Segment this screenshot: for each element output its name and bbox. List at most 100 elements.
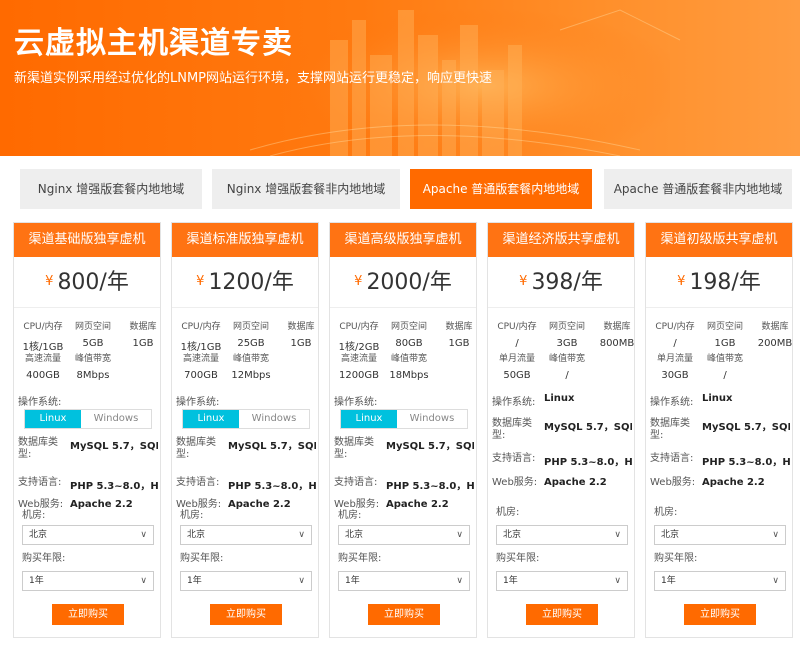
spec-label: 高速流量 bbox=[340, 354, 377, 364]
year-select-value: 1年 bbox=[503, 576, 518, 586]
spec-label: 峰值带宽 bbox=[74, 354, 111, 364]
divider bbox=[646, 307, 792, 308]
spec-label: 数据库 bbox=[603, 322, 631, 332]
year-select[interactable]: 1年 ∨ bbox=[180, 571, 312, 591]
plan-name: 渠道基础版独享虚机 bbox=[14, 223, 160, 257]
spec-label: 数据库 bbox=[129, 322, 157, 332]
spec-item: 网页空间 1GB bbox=[700, 319, 750, 349]
db-label: 数据库类型: bbox=[650, 418, 690, 441]
year-select[interactable]: 1年 ∨ bbox=[496, 571, 628, 591]
spec-label: 单月流量 bbox=[498, 354, 535, 364]
plan-card: 渠道初级版共享虚机 ¥198/年 CPU/内存 / 网页空间 1GB 数据库 2… bbox=[645, 222, 793, 638]
os-label: 操作系统: bbox=[650, 397, 694, 408]
spec-value: 30GB bbox=[661, 370, 689, 381]
spec-item: 峰值带宽 18Mbps bbox=[384, 351, 434, 381]
plan-name: 渠道高级版独享虚机 bbox=[330, 223, 476, 257]
tab-nginx-overseas[interactable]: Nginx 增强版套餐非内地地域 bbox=[212, 169, 400, 209]
spec-value: 8Mbps bbox=[76, 370, 110, 381]
lang-label: 支持语言: bbox=[492, 453, 536, 464]
price-value: 1200/年 bbox=[208, 270, 294, 295]
tab-apache-mainland[interactable]: Apache 普通版套餐内地地域 bbox=[410, 169, 592, 209]
spec-label: 网页空间 bbox=[390, 322, 427, 332]
db-value: MySQL 5.7，SQLite bbox=[544, 422, 632, 433]
spec-item: 高速流量 400GB bbox=[18, 351, 68, 381]
os-option-windows[interactable]: Windows bbox=[397, 410, 467, 428]
divider bbox=[330, 307, 476, 308]
os-option-linux[interactable]: Linux bbox=[183, 410, 239, 428]
db-value: MySQL 5.7，SQLite bbox=[70, 441, 158, 452]
year-select-value: 1年 bbox=[345, 576, 360, 586]
chevron-down-icon: ∨ bbox=[614, 576, 621, 586]
db-label: 数据库类型: bbox=[492, 418, 532, 441]
spec-value: 200MB bbox=[757, 338, 793, 349]
spec-label: 网页空间 bbox=[74, 322, 111, 332]
spec-label: CPU/内存 bbox=[497, 322, 537, 332]
db-label: 数据库类型: bbox=[18, 437, 58, 460]
chevron-down-icon: ∨ bbox=[140, 530, 147, 540]
os-value: Linux bbox=[702, 393, 733, 404]
spec-item: CPU/内存 1核/1GB bbox=[176, 319, 226, 353]
db-label: 数据库类型: bbox=[176, 437, 216, 460]
os-label: 操作系统: bbox=[334, 397, 378, 408]
year-label: 购买年限: bbox=[22, 553, 66, 564]
room-select[interactable]: 北京 ∨ bbox=[22, 525, 154, 545]
spec-value: 1GB bbox=[290, 338, 312, 349]
currency-symbol: ¥ bbox=[45, 274, 54, 289]
room-select[interactable]: 北京 ∨ bbox=[338, 525, 470, 545]
spec-item: 数据库 1GB bbox=[276, 319, 326, 349]
spec-label: 峰值带宽 bbox=[232, 354, 269, 364]
spec-label: CPU/内存 bbox=[339, 322, 379, 332]
price-value: 398/年 bbox=[531, 270, 603, 295]
spec-value: 18Mbps bbox=[389, 370, 429, 381]
year-label: 购买年限: bbox=[338, 553, 382, 564]
room-select-value: 北京 bbox=[661, 530, 680, 540]
os-option-windows[interactable]: Windows bbox=[81, 410, 151, 428]
chevron-down-icon: ∨ bbox=[298, 530, 305, 540]
spec-value: 25GB bbox=[237, 338, 265, 349]
os-toggle: Linux Windows bbox=[340, 409, 468, 429]
spec-label: 网页空间 bbox=[548, 322, 585, 332]
web-value: Apache 2.2 bbox=[386, 499, 449, 510]
plan-price: ¥398/年 bbox=[488, 257, 634, 307]
tab-apache-overseas[interactable]: Apache 普通版套餐非内地地域 bbox=[604, 169, 792, 209]
lang-label: 支持语言: bbox=[176, 477, 220, 488]
spec-label: 网页空间 bbox=[706, 322, 743, 332]
buy-now-button[interactable]: 立即购买 bbox=[210, 604, 282, 625]
buy-now-button[interactable]: 立即购买 bbox=[684, 604, 756, 625]
buy-now-button[interactable]: 立即购买 bbox=[52, 604, 124, 625]
spec-value: 3GB bbox=[556, 338, 578, 349]
spec-label: 峰值带宽 bbox=[706, 354, 743, 364]
room-select[interactable]: 北京 ∨ bbox=[496, 525, 628, 545]
room-select[interactable]: 北京 ∨ bbox=[180, 525, 312, 545]
lang-value: PHP 5.3~8.0，HTML bbox=[386, 481, 474, 492]
room-label: 机房: bbox=[22, 510, 46, 521]
os-option-linux[interactable]: Linux bbox=[341, 410, 397, 428]
spec-item: CPU/内存 1核/2GB bbox=[334, 319, 384, 353]
os-option-windows[interactable]: Windows bbox=[239, 410, 309, 428]
buy-now-button[interactable]: 立即购买 bbox=[368, 604, 440, 625]
chevron-down-icon: ∨ bbox=[456, 530, 463, 540]
year-select[interactable]: 1年 ∨ bbox=[22, 571, 154, 591]
spec-item: 网页空间 3GB bbox=[542, 319, 592, 349]
buy-now-button[interactable]: 立即购买 bbox=[526, 604, 598, 625]
spec-value: 12Mbps bbox=[231, 370, 271, 381]
spec-label: CPU/内存 bbox=[181, 322, 221, 332]
spec-label: 数据库 bbox=[761, 322, 789, 332]
tab-nginx-mainland[interactable]: Nginx 增强版套餐内地地域 bbox=[20, 169, 202, 209]
spec-label: 峰值带宽 bbox=[548, 354, 585, 364]
plan-name: 渠道经济版共享虚机 bbox=[488, 223, 634, 257]
price-value: 800/年 bbox=[57, 270, 129, 295]
year-select[interactable]: 1年 ∨ bbox=[338, 571, 470, 591]
os-option-linux[interactable]: Linux bbox=[25, 410, 81, 428]
spec-value: / bbox=[673, 338, 677, 349]
plan-card: 渠道经济版共享虚机 ¥398/年 CPU/内存 / 网页空间 3GB 数据库 8… bbox=[487, 222, 635, 638]
plan-tabs: Nginx 增强版套餐内地地域 Nginx 增强版套餐非内地地域 Apache … bbox=[0, 169, 800, 209]
chevron-down-icon: ∨ bbox=[614, 530, 621, 540]
spec-item: 数据库 1GB bbox=[118, 319, 168, 349]
room-select[interactable]: 北京 ∨ bbox=[654, 525, 786, 545]
chevron-down-icon: ∨ bbox=[772, 576, 779, 586]
year-select-value: 1年 bbox=[187, 576, 202, 586]
hero-banner: 云虚拟主机渠道专卖 新渠道实例采用经过优化的LNMP网站运行环境，支撑网站运行更… bbox=[0, 0, 800, 156]
year-select[interactable]: 1年 ∨ bbox=[654, 571, 786, 591]
spec-item: 数据库 200MB bbox=[750, 319, 800, 349]
